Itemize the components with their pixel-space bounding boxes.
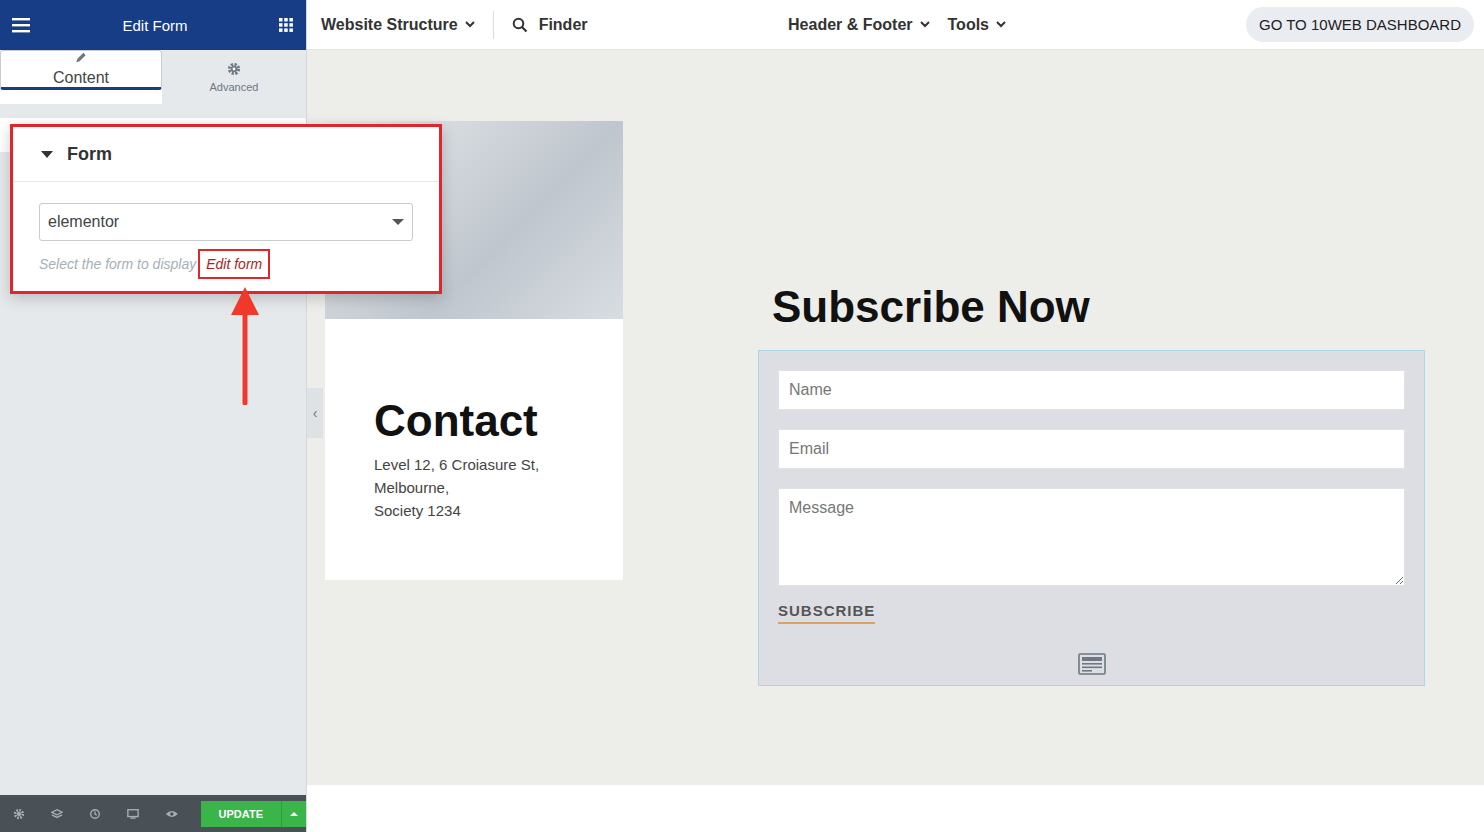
chevron-down-icon <box>920 21 930 28</box>
page-section: Contact Level 12, 6 Croiasure St,Melbourn… <box>307 50 1484 686</box>
arrow-up-icon <box>230 285 260 405</box>
top-menu[interactable]: Website Structure <box>321 16 475 34</box>
desktop-icon[interactable] <box>127 807 139 821</box>
section-title: Form <box>67 144 112 165</box>
update-button[interactable]: UPDATE <box>201 801 281 827</box>
page-canvas: ‹ Contact Level 12, 6 Croiasure St,Melbour… <box>307 50 1484 832</box>
tab-label: Content <box>53 69 109 87</box>
help-row: Select the form to displayEdit form <box>39 249 413 279</box>
panel-footer: UPDATE <box>0 795 306 832</box>
address-line: Melbourne, <box>374 476 623 499</box>
subscribe-column: Subscribe Now SUBSCRIBE <box>758 121 1425 686</box>
form-widget-icon <box>1078 653 1106 675</box>
divider <box>493 11 494 39</box>
grid-icon[interactable] <box>278 17 294 33</box>
form-section-callout: Form elementor Select the form to displayE… <box>10 124 442 294</box>
panel-title: Edit Form <box>122 17 187 34</box>
finder[interactable]: Finder <box>512 16 588 34</box>
subscribe-button[interactable]: SUBSCRIBE <box>778 602 875 624</box>
help-text: Select the form to display <box>39 256 196 272</box>
panel-tabs: Content Advanced <box>0 50 306 104</box>
pencil-icon <box>74 51 88 64</box>
update-options-button[interactable] <box>281 801 306 827</box>
eye-icon[interactable] <box>165 807 179 821</box>
panel-tab[interactable]: Advanced <box>162 50 306 104</box>
search-icon <box>512 17 528 33</box>
contact-title: Contact <box>374 397 623 445</box>
top-menu[interactable]: Header & Footer <box>788 16 929 34</box>
layers-icon[interactable] <box>51 807 63 821</box>
subscribe-title: Subscribe Now <box>772 281 1425 334</box>
editor: Edit Form Content Advanced UPDATE Website St… <box>0 0 1484 832</box>
submit-row: SUBSCRIBE <box>778 602 1405 624</box>
form-select[interactable]: elementor <box>39 203 413 241</box>
chevron-down-icon <box>996 21 1006 28</box>
next-section <box>307 785 1484 832</box>
dropdown-icon <box>392 219 404 225</box>
address-line: Level 12, 6 Croiasure St, <box>374 453 623 476</box>
top-menu[interactable]: Tools <box>948 16 1006 34</box>
form-input[interactable] <box>778 429 1405 469</box>
gear-icon <box>227 62 241 76</box>
contact-body: Contact Level 12, 6 Croiasure St,Melbourn… <box>325 319 623 580</box>
top-bar: Website Structure Finder Header & Footer To… <box>307 0 1484 50</box>
section-header[interactable]: Form <box>13 127 439 182</box>
form-input[interactable] <box>778 370 1405 410</box>
history-icon[interactable] <box>89 807 101 821</box>
address-line: Society 1234 <box>374 499 623 522</box>
subscribe-form: SUBSCRIBE <box>758 350 1425 686</box>
tab-label: Advanced <box>210 81 259 93</box>
panel-tab[interactable]: Content <box>0 50 162 90</box>
hamburger-icon[interactable] <box>12 17 32 33</box>
dashboard-button[interactable]: GO TO 10WEB DASHBOARD <box>1246 7 1474 42</box>
collapse-panel-button[interactable]: ‹ <box>307 388 323 438</box>
panel-header: Edit Form <box>0 0 306 50</box>
section-body: elementor Select the form to displayEdit … <box>13 182 439 279</box>
main-area: Website Structure Finder Header & Footer To… <box>307 0 1484 832</box>
settings-icon[interactable] <box>13 807 25 821</box>
caret-icon <box>41 151 53 158</box>
update-button-group: UPDATE <box>201 801 306 827</box>
caret-up-icon <box>290 811 298 817</box>
form-textarea[interactable] <box>778 488 1405 586</box>
chevron-down-icon <box>465 21 475 28</box>
edit-form-link[interactable]: Edit form <box>198 249 270 279</box>
